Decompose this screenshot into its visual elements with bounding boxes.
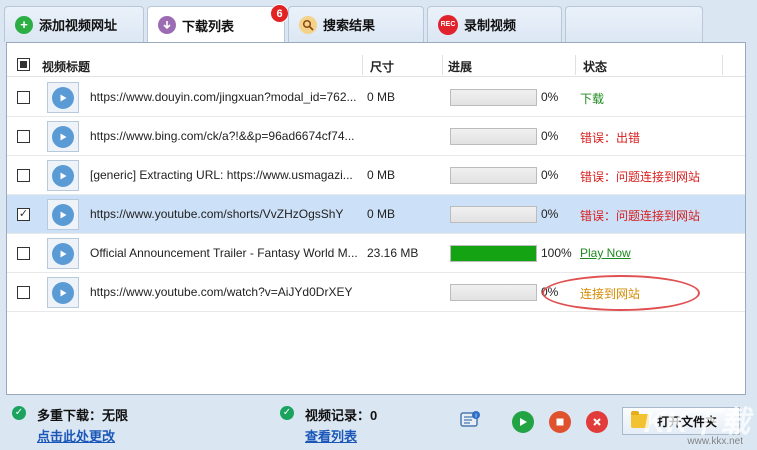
- video-title: https://www.bing.com/ck/a?!&&p=96ad6674c…: [90, 129, 355, 143]
- search-icon: [299, 15, 317, 34]
- progress-percent: 0%: [541, 168, 559, 182]
- progress-percent: 0%: [541, 90, 559, 104]
- col-progress[interactable]: 进展: [448, 58, 472, 75]
- video-size: 0 MB: [367, 168, 396, 182]
- start-button[interactable]: [512, 411, 534, 433]
- video-title: https://www.douyin.com/jingxuan?modal_id…: [90, 90, 357, 104]
- check-circle-icon: ✓: [280, 406, 294, 420]
- video-title: Official Announcement Trailer - Fantasy …: [90, 246, 358, 260]
- progress-bar: [450, 284, 537, 301]
- record-icon: REC: [438, 14, 458, 35]
- row-checkbox[interactable]: [17, 247, 30, 260]
- video-size: 0 MB: [367, 207, 396, 221]
- play-now-link[interactable]: Play Now: [580, 246, 631, 260]
- video-title: [generic] Extracting URL: https://www.us…: [90, 168, 353, 182]
- add-icon: +: [15, 15, 33, 34]
- bottom-bar: ✓ 多重下载：无限 点击此处更改 ✓ 视频记录：0 查看列表 i 打开文件夹 K…: [0, 395, 757, 450]
- tab-download-list[interactable]: 下载列表 6: [147, 4, 289, 43]
- table-row[interactable]: ✓ https://www.youtube.com/shorts/VvZHzOgs…: [7, 195, 745, 234]
- tab-bar: + 添加视频网址 下载列表 6 搜索结果 REC 录制视频: [0, 0, 757, 43]
- table-row[interactable]: Official Announcement Trailer - Fantasy …: [7, 234, 745, 273]
- download-list-panel: 视频标题 尺寸 进展 状态 https://www.douyin.com/jin…: [6, 42, 746, 395]
- status-text: 下载: [580, 92, 605, 106]
- col-status[interactable]: 状态: [583, 58, 607, 75]
- video-size: 0 MB: [367, 90, 396, 104]
- progress-bar: [450, 206, 537, 223]
- download-icon: [158, 16, 176, 34]
- multi-download-label: 多重下载：无限: [37, 408, 129, 423]
- video-thumbnail-icon: [47, 238, 79, 269]
- watermark: KK下载: [643, 406, 751, 439]
- view-list-link[interactable]: 查看列表: [305, 426, 357, 445]
- tab-empty: [565, 6, 703, 42]
- close-icon: [593, 418, 601, 426]
- video-thumbnail-icon: [47, 199, 79, 230]
- progress-bar: [450, 167, 537, 184]
- video-thumbnail-icon: [47, 160, 79, 191]
- progress-percent: 0%: [541, 207, 559, 221]
- table-row[interactable]: https://www.bing.com/ck/a?!&&p=96ad6674c…: [7, 117, 745, 156]
- video-thumbnail-icon: [47, 82, 79, 113]
- tab-label: 录制视频: [464, 18, 517, 33]
- highlight-ellipse: [542, 275, 700, 311]
- tab-search-results[interactable]: 搜索结果: [288, 6, 424, 42]
- tab-label: 搜索结果: [323, 18, 376, 33]
- tab-add-video-url[interactable]: + 添加视频网址: [4, 6, 144, 42]
- video-size: 23.16 MB: [367, 246, 419, 260]
- video-title: https://www.youtube.com/watch?v=AiJYd0Dr…: [90, 285, 353, 299]
- status-text: 错误：问题连接到网站: [580, 209, 701, 223]
- tab-record-video[interactable]: REC 录制视频: [427, 6, 562, 42]
- select-all-checkbox[interactable]: [17, 58, 30, 71]
- check-circle-icon: ✓: [12, 406, 26, 420]
- stop-icon: [556, 418, 564, 426]
- col-size[interactable]: 尺寸: [370, 58, 394, 75]
- svg-text:i: i: [475, 414, 476, 420]
- row-checkbox[interactable]: [17, 130, 30, 143]
- stop-button[interactable]: [549, 411, 571, 433]
- video-thumbnail-icon: [47, 121, 79, 152]
- video-thumbnail-icon: [47, 277, 79, 308]
- progress-bar: [450, 89, 537, 106]
- video-title: https://www.youtube.com/shorts/VvZHzOgsS…: [90, 207, 344, 221]
- progress-percent: 0%: [541, 129, 559, 143]
- progress-fill: [451, 246, 536, 261]
- progress-percent: 100%: [541, 246, 572, 260]
- watermark-url: www.kkx.net: [687, 436, 743, 447]
- video-record-label: 视频记录：0: [305, 408, 378, 423]
- progress-bar: [450, 128, 537, 145]
- table-row[interactable]: https://www.douyin.com/jingxuan?modal_id…: [7, 78, 745, 117]
- table-row[interactable]: [generic] Extracting URL: https://www.us…: [7, 156, 745, 195]
- tab-label: 下载列表: [182, 18, 235, 34]
- chat-info-icon[interactable]: i: [459, 410, 481, 432]
- status-text: 错误：出错: [580, 131, 641, 145]
- change-setting-link[interactable]: 点击此处更改: [37, 426, 115, 445]
- table-header: 视频标题 尺寸 进展 状态: [7, 53, 745, 77]
- delete-button[interactable]: [586, 411, 608, 433]
- row-checkbox[interactable]: ✓: [17, 208, 30, 221]
- row-checkbox[interactable]: [17, 91, 30, 104]
- progress-bar: [450, 245, 537, 262]
- row-checkbox[interactable]: [17, 286, 30, 299]
- tab-label: 添加视频网址: [39, 18, 118, 33]
- status-text: 错误：问题连接到网站: [580, 170, 701, 184]
- col-title[interactable]: 视频标题: [42, 58, 90, 75]
- row-checkbox[interactable]: [17, 169, 30, 182]
- play-icon: [520, 418, 527, 426]
- download-count-badge: 6: [270, 4, 289, 23]
